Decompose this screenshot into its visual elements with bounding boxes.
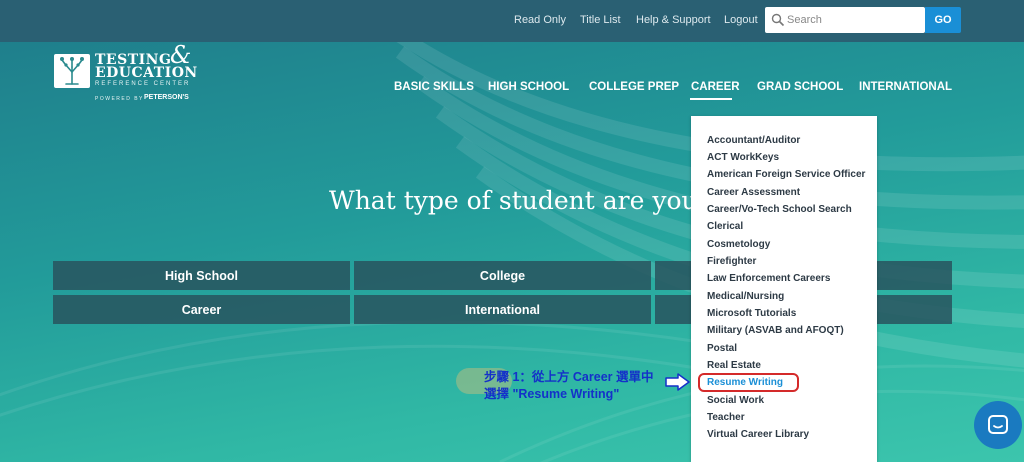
career-dropdown-menu: Accountant/Auditor ACT WorkKeys American… [691,116,877,462]
nav-international[interactable]: INTERNATIONAL [859,81,952,93]
menu-item-postal[interactable]: Postal [707,343,737,354]
logo-tree-icon[interactable] [54,54,90,88]
logo-subtitle: REFERENCE CENTER [95,81,191,87]
hero-title: What type of student are you? [329,186,712,215]
search-input[interactable] [787,7,921,33]
menu-item-teacher[interactable]: Teacher [707,412,745,423]
menu-item-act-workkeys[interactable]: ACT WorkKeys [707,152,779,163]
menu-item-real-estate[interactable]: Real Estate [707,360,761,371]
international-button[interactable]: International [354,295,651,324]
menu-item-career-assessment[interactable]: Career Assessment [707,187,800,198]
menu-item-resume-writing[interactable]: Resume Writing [707,377,783,388]
logo-title-line2: EDUCATION [95,65,198,81]
nav-grad-school[interactable]: GRAD SCHOOL [757,81,843,93]
career-button[interactable]: Career [53,295,350,324]
menu-item-law-enforcement[interactable]: Law Enforcement Careers [707,273,830,284]
help-support-link[interactable]: Help & Support [636,14,711,26]
search-box [765,7,925,33]
menu-item-firefighter[interactable]: Firefighter [707,256,756,267]
logout-link[interactable]: Logout [724,14,758,26]
high-school-button[interactable]: High School [53,261,350,290]
menu-item-cosmetology[interactable]: Cosmetology [707,239,770,250]
menu-item-vo-tech-school-search[interactable]: Career/Vo-Tech School Search [707,204,852,215]
chat-icon [988,415,1008,434]
top-utility-bar: Read Only Title List Help & Support Logo… [0,0,1024,42]
arrow-right-icon [665,373,690,391]
read-only-link[interactable]: Read Only [514,14,566,26]
nav-basic-skills[interactable]: BASIC SKILLS [394,81,474,93]
logo-powered-by: POWERED BY [95,96,144,102]
menu-item-virtual-career-library[interactable]: Virtual Career Library [707,429,809,440]
college-button[interactable]: College [354,261,651,290]
menu-item-medical-nursing[interactable]: Medical/Nursing [707,291,784,302]
title-list-link[interactable]: Title List [580,14,621,26]
chat-button[interactable] [974,401,1022,449]
go-button[interactable]: GO [925,7,961,33]
nav-career[interactable]: CAREER [691,81,740,93]
logo-brand: PETERSON'S [144,94,189,101]
menu-item-social-work[interactable]: Social Work [707,395,764,406]
nav-college-prep[interactable]: COLLEGE PREP [589,81,679,93]
nav-active-indicator [690,98,732,100]
instruction-line2: 選擇 "Resume Writing" [484,387,620,401]
menu-item-clerical[interactable]: Clerical [707,221,743,232]
menu-item-military[interactable]: Military (ASVAB and AFOQT) [707,325,844,336]
search-icon [771,13,785,27]
menu-item-foreign-service-officer[interactable]: American Foreign Service Officer [707,169,865,180]
menu-item-microsoft-tutorials[interactable]: Microsoft Tutorials [707,308,796,319]
menu-item-accountant-auditor[interactable]: Accountant/Auditor [707,135,800,146]
nav-high-school[interactable]: HIGH SCHOOL [488,81,569,93]
